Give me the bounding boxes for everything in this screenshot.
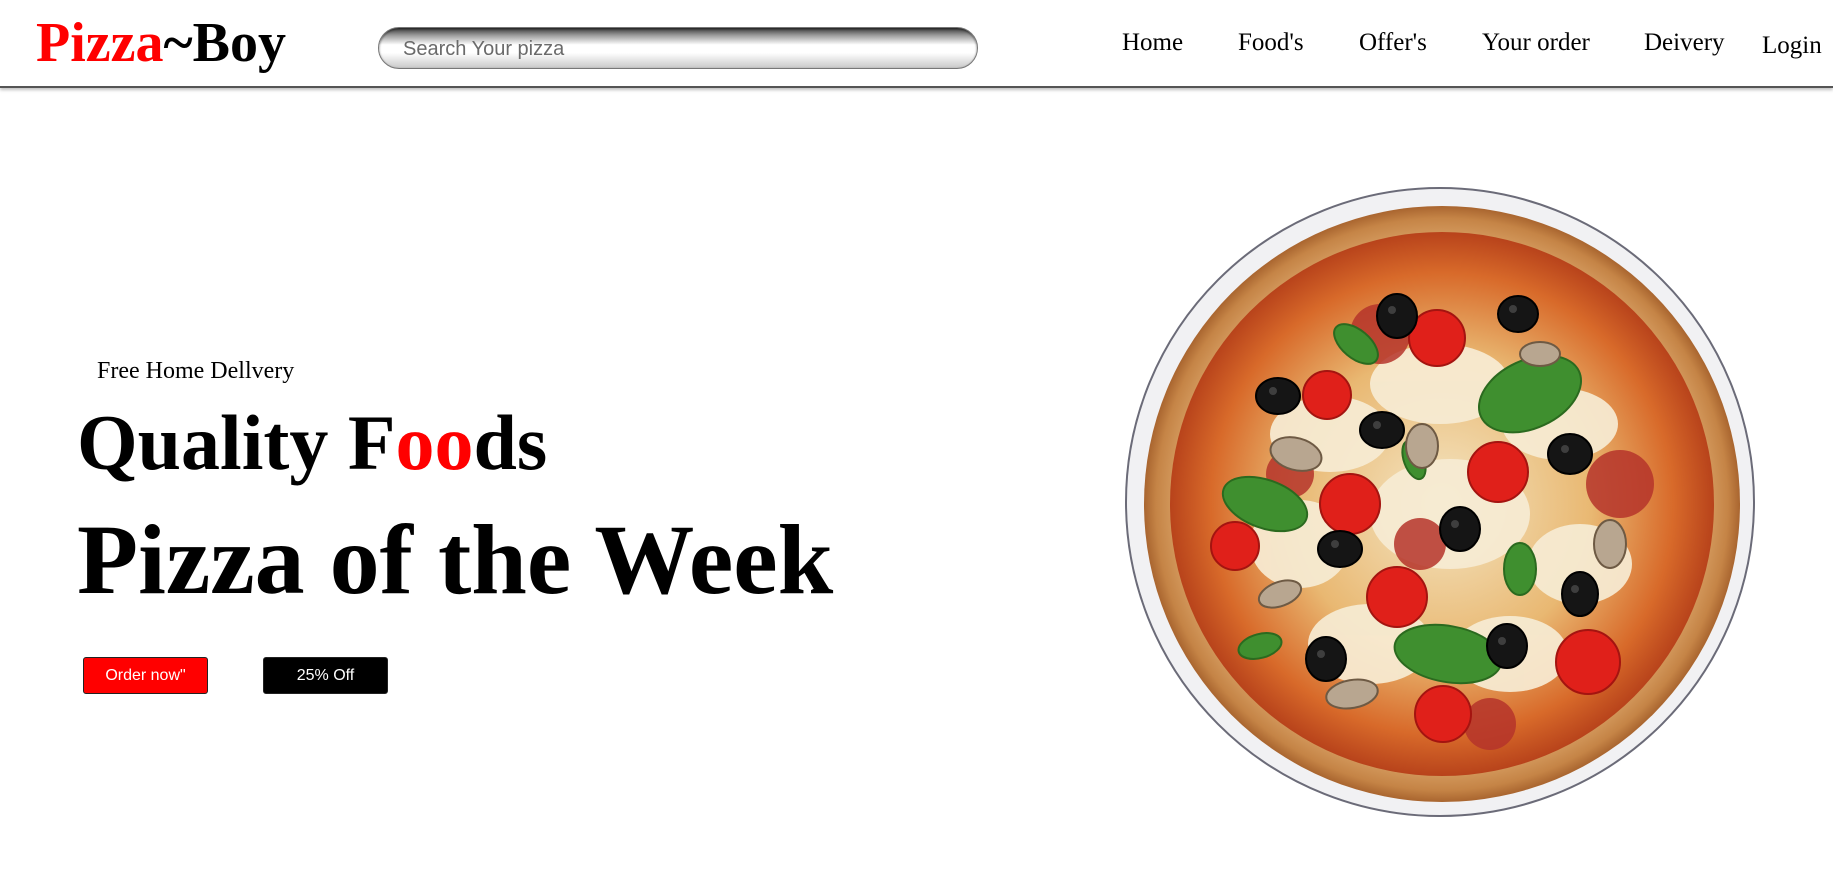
nav-foods-link[interactable]: Food's (1238, 26, 1304, 60)
hero-headline: Pizza of the Week (77, 504, 834, 615)
order-now-button[interactable]: Order now" (83, 657, 208, 694)
pizza-illustration (1125, 187, 1755, 817)
quality-highlight: oo (395, 399, 474, 486)
nav-your-order-link[interactable]: Your order (1482, 26, 1590, 60)
nav-offers-link[interactable]: Offer's (1359, 26, 1427, 60)
pizza-image (1120, 184, 1756, 820)
discount-button[interactable]: 25% Off (263, 657, 388, 694)
main-nav: Home Food's Offer's Your order Deivery L… (0, 26, 1833, 60)
hero-tagline: Free Home Dellvery (97, 358, 295, 384)
site-header: Pizza~Boy Home Food's Offer's Your order… (0, 0, 1833, 88)
nav-delivery-link[interactable]: Deivery (1644, 26, 1725, 60)
nav-home-link[interactable]: Home (1122, 26, 1183, 60)
nav-login-link[interactable]: Login (1762, 29, 1822, 63)
hero-subheading: Quality Foods (77, 398, 547, 488)
quality-suffix: ds (473, 399, 548, 486)
quality-prefix: Quality F (77, 399, 396, 486)
